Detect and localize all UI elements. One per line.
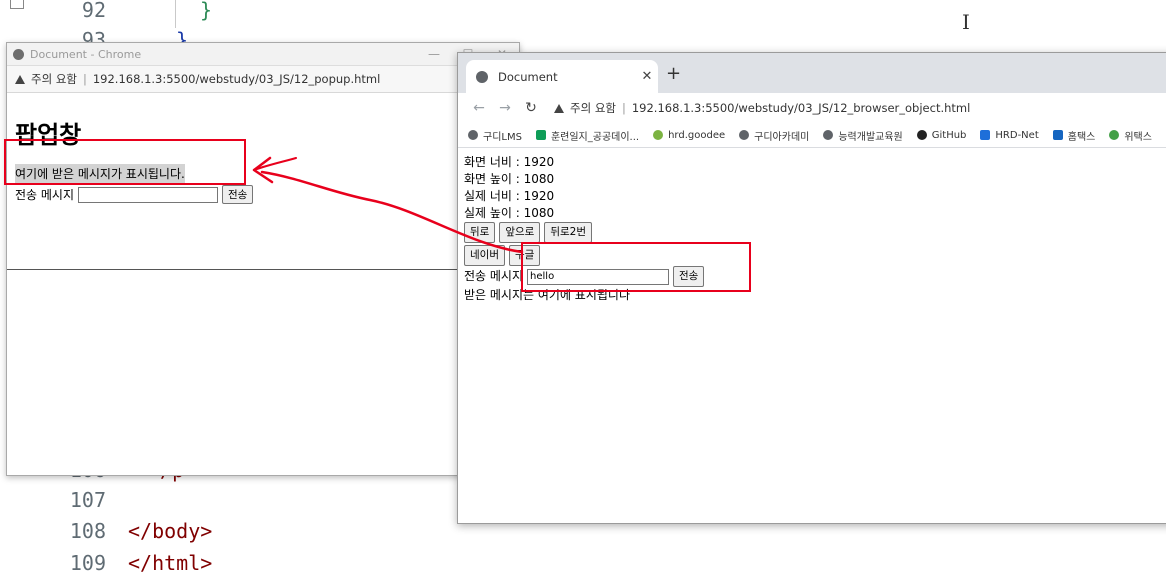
annotation-arrow — [252, 156, 524, 254]
